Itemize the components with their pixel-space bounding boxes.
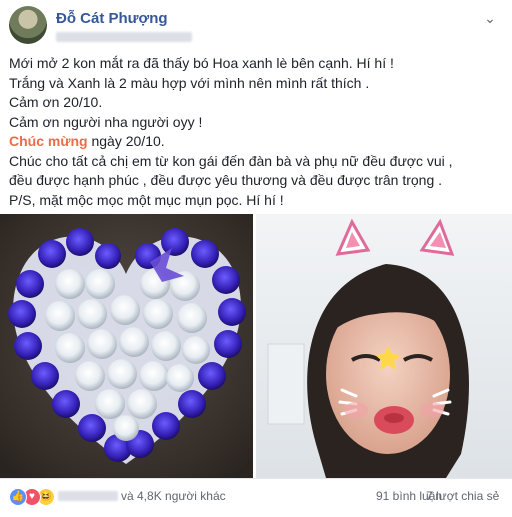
more-options-icon[interactable]: ⌄ [480,11,500,25]
post-line: Trắng và Xanh là 2 màu hợp với mình nên … [9,74,370,91]
like-icon: 👍 [9,488,27,506]
blurred-reactor-name [58,491,118,501]
share-count[interactable]: 7 lượt chia sẻ [426,489,499,503]
hashtag-link[interactable]: Chúc mừng [9,133,88,149]
hashtag-line-rest: ngày 20/10. [87,133,165,149]
selfie-photo[interactable] [256,214,512,478]
post-body: Mới mở 2 kon mắt ra đã thấy bó Hoa xanh … [9,54,503,210]
selfie-image [256,214,512,478]
post-footer: 👍 ♥ 😆 và 4,8K người khác 91 bình luận 7 … [0,478,512,517]
author-avatar[interactable] [9,6,47,44]
post-line: Cảm ơn người nha người oyy ! [9,113,203,130]
reaction-count[interactable]: và 4,8K người khác [121,489,226,503]
facebook-post: Đỗ Cát Phượng ⌄ Mới mở 2 kon mắt ra đã t… [0,0,512,516]
bouquet-image [0,214,253,478]
blurred-timestamp [56,32,192,42]
post-line: Mới mở 2 kon mắt ra đã thấy bó Hoa xanh … [9,55,394,71]
post-line: đều được hạnh phúc , đều được yêu thương… [9,172,443,188]
author-name[interactable]: Đỗ Cát Phượng [56,10,168,27]
flower-bouquet-photo[interactable] [0,214,253,478]
post-line: Chúc cho tất cả chị em từ kon gái đến đà… [9,152,453,169]
post-line: P/S, mặt mộc mọc một mục mụn pọc. Hí hí … [9,191,284,208]
post-line: Cảm ơn 20/10. [9,94,103,110]
post-line-hashtag: Chúc mừng ngày 20/10. [9,132,503,152]
